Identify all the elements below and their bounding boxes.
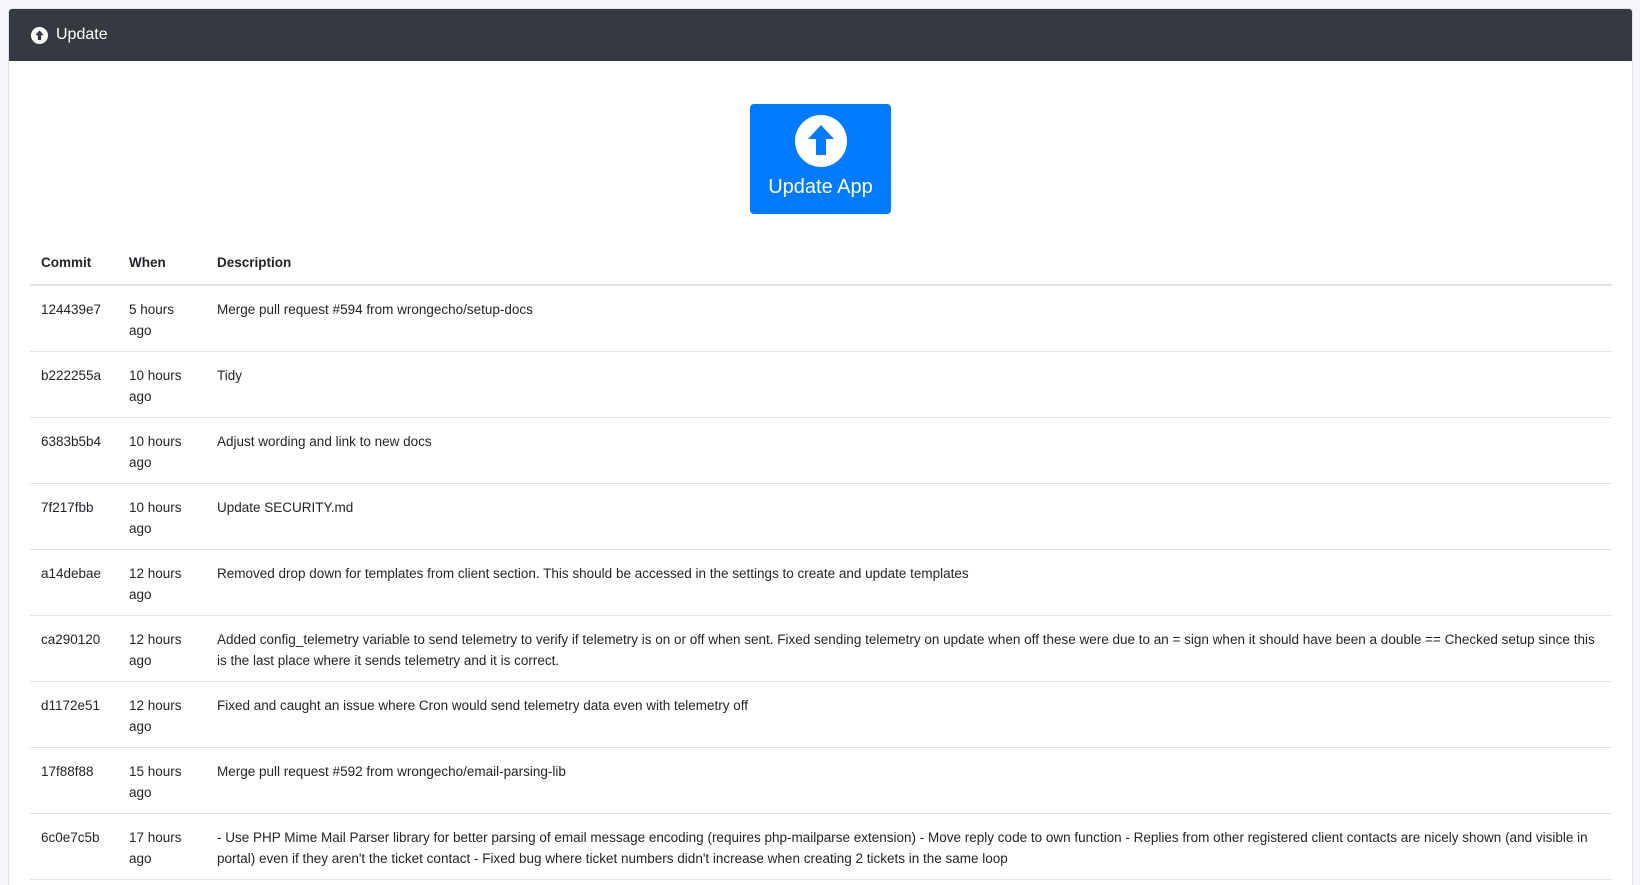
commit-when: 17 hours ago — [118, 813, 206, 880]
commit-when: 5 hours ago — [118, 285, 206, 352]
card-body: Update App Commit When Description 12443… — [9, 61, 1632, 880]
commit-description: Merge pull request #592 from wrongecho/e… — [206, 747, 1612, 814]
commit-description: - Use PHP Mime Mail Parser library for b… — [206, 813, 1612, 880]
card-title: Update — [56, 26, 108, 43]
commit-description: Update SECURITY.md — [206, 483, 1612, 550]
table-row: 124439e7 5 hours ago Merge pull request … — [30, 285, 1612, 352]
commit-hash: 6383b5b4 — [30, 417, 118, 484]
update-card: Update Update App Commit When Descriptio… — [8, 8, 1633, 885]
table-row: 6c0e7c5b 17 hours ago - Use PHP Mime Mai… — [30, 813, 1612, 880]
commit-description: Removed drop down for templates from cli… — [206, 549, 1612, 616]
arrow-circle-up-icon — [31, 26, 48, 44]
commit-when: 12 hours ago — [118, 549, 206, 616]
commit-when: 10 hours ago — [118, 417, 206, 484]
commit-when: 15 hours ago — [118, 747, 206, 814]
commit-when: 12 hours ago — [118, 615, 206, 682]
table-row: ca290120 12 hours ago Added config_telem… — [30, 615, 1612, 682]
card-header: Update — [9, 9, 1632, 61]
table-row: 7f217fbb 10 hours ago Update SECURITY.md — [30, 483, 1612, 550]
column-header-when: When — [118, 241, 206, 286]
table-header-row: Commit When Description — [30, 241, 1612, 286]
commit-hash: ca290120 — [30, 615, 118, 682]
commit-description: Adjust wording and link to new docs — [206, 417, 1612, 484]
update-button-wrap: Update App — [30, 61, 1611, 214]
column-header-commit: Commit — [30, 241, 118, 286]
table-row: a14debae 12 hours ago Removed drop down … — [30, 549, 1612, 616]
commit-hash: 124439e7 — [30, 285, 118, 352]
commit-description: Tidy — [206, 351, 1612, 418]
commit-description: Added config_telemetry variable to send … — [206, 615, 1612, 682]
commit-hash: d1172e51 — [30, 681, 118, 748]
commit-description: Fixed and caught an issue where Cron wou… — [206, 681, 1612, 748]
commit-when: 10 hours ago — [118, 351, 206, 418]
table-row: d1172e51 12 hours ago Fixed and caught a… — [30, 681, 1612, 748]
table-row: 6383b5b4 10 hours ago Adjust wording and… — [30, 417, 1612, 484]
update-app-button[interactable]: Update App — [750, 104, 891, 214]
commit-hash: 7f217fbb — [30, 483, 118, 550]
commit-hash: b222255a — [30, 351, 118, 418]
column-header-description: Description — [206, 241, 1612, 286]
table-row: 17f88f88 15 hours ago Merge pull request… — [30, 747, 1612, 814]
update-app-label: Update App — [768, 176, 873, 198]
commit-hash: a14debae — [30, 549, 118, 616]
table-row: b222255a 10 hours ago Tidy — [30, 351, 1612, 418]
commit-hash: 6c0e7c5b — [30, 813, 118, 880]
commit-hash: 17f88f88 — [30, 747, 118, 814]
commit-when: 10 hours ago — [118, 483, 206, 550]
commits-table: Commit When Description 124439e7 5 hours… — [30, 241, 1612, 880]
arrow-circle-up-icon — [794, 115, 847, 167]
commit-description: Merge pull request #594 from wrongecho/s… — [206, 285, 1612, 352]
commit-when: 12 hours ago — [118, 681, 206, 748]
